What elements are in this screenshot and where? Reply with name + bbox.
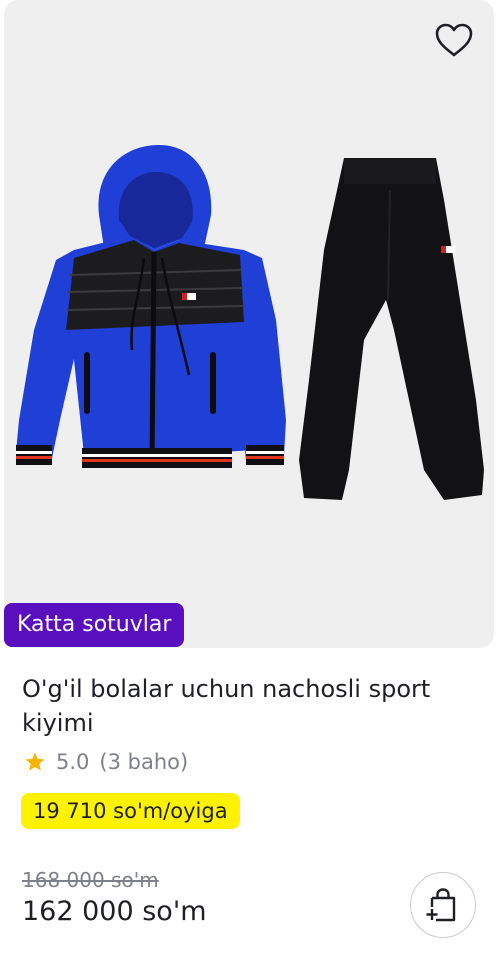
add-to-cart-button[interactable] [410,872,476,938]
jacket-illustration [16,145,286,468]
current-price: 162 000 so'm [22,896,207,927]
favorite-button[interactable] [432,20,476,60]
rating-value: 5.0 [56,750,90,774]
installment-price-badge: 19 710 so'm/oyiga [21,793,240,829]
old-price: 168 000 so'm [22,868,159,892]
product-rating: 5.0 (3 baho) [24,746,188,778]
heart-icon [435,23,473,57]
product-image [16,145,484,500]
add-to-cart-icon [426,888,456,922]
star-icon [25,752,45,771]
product-image-area[interactable] [4,0,494,648]
product-title[interactable]: O'g'il bolalar uchun nachosli sport kiyi… [22,672,472,740]
bestseller-badge: Katta sotuvlar [4,603,185,647]
pants-illustration [299,158,484,500]
product-card[interactable]: Katta sotuvlar O'g'il bolalar uchun nach… [0,0,498,968]
rating-count: (3 baho) [99,750,189,774]
